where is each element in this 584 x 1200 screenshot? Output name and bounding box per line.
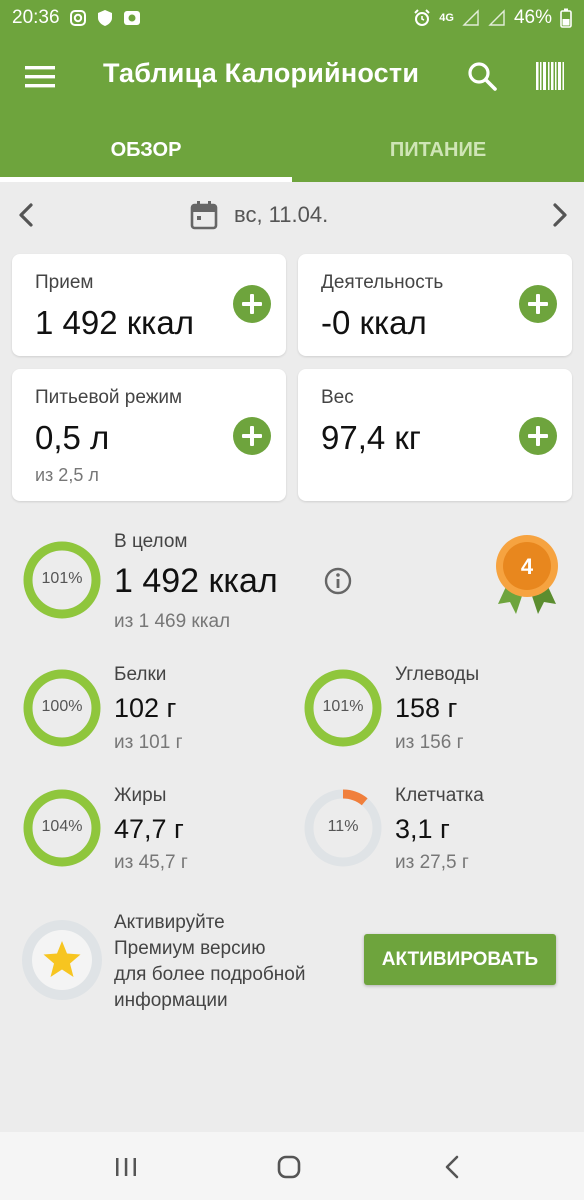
- premium-star-badge: [22, 920, 102, 1000]
- fat-percent: 104%: [41, 818, 83, 835]
- fiber-value: 3,1 г: [395, 814, 450, 844]
- fiber-title: Клетчатка: [395, 785, 484, 806]
- activity-value: -0 ккал: [321, 304, 427, 341]
- premium-line-1: Активируйте: [114, 912, 225, 933]
- status-bar: 20:36 4G 46%: [0, 0, 584, 36]
- carbs-goal: из 156 г: [395, 732, 464, 753]
- tab-overview[interactable]: ОБЗОР: [0, 118, 292, 182]
- premium-line-2: Премиум версию: [114, 938, 266, 959]
- signal-icon: [462, 9, 479, 26]
- home-icon[interactable]: [274, 1152, 304, 1182]
- intake-label: Прием: [35, 272, 94, 293]
- star-icon: [43, 941, 81, 977]
- water-value: 0,5 л: [35, 419, 110, 456]
- fat-title: Жиры: [114, 785, 167, 806]
- info-icon[interactable]: [323, 566, 353, 596]
- current-date: вс, 11.04.: [234, 202, 329, 227]
- carbs-percent: 101%: [322, 698, 364, 715]
- protein-percent: 100%: [41, 698, 83, 715]
- weight-label: Вес: [321, 387, 354, 408]
- activity-card[interactable]: Деятельность -0 ккал: [298, 254, 572, 356]
- status-time: 20:36: [12, 7, 60, 28]
- activity-label: Деятельность: [321, 272, 444, 293]
- instagram-icon: [69, 10, 86, 26]
- back-icon[interactable]: [438, 1152, 468, 1182]
- network-type: 4G: [439, 12, 454, 24]
- battery-percent: 46%: [513, 7, 552, 28]
- date-picker[interactable]: вс, 11.04.: [190, 198, 328, 232]
- fat-value: 47,7 г: [114, 814, 184, 844]
- protein-value: 102 г: [114, 693, 177, 723]
- chevron-right-icon[interactable]: [544, 200, 574, 230]
- protein-goal: из 101 г: [114, 732, 183, 753]
- carbs-value: 158 г: [395, 693, 458, 723]
- weight-value: 97,4 кг: [321, 419, 421, 456]
- shield-notification-icon: [97, 10, 112, 26]
- alarm-icon: [414, 9, 430, 26]
- add-water-button[interactable]: [233, 417, 271, 455]
- battery-icon: [560, 8, 572, 28]
- overall-goal: из 1 469 ккал: [114, 611, 231, 632]
- award-badge[interactable]: 4: [494, 534, 560, 618]
- overall-percent: 101%: [41, 570, 83, 587]
- add-intake-button[interactable]: [233, 285, 271, 323]
- app-title: Таблица Калорийности: [103, 58, 420, 88]
- barcode-icon[interactable]: [534, 58, 566, 94]
- security-app-icon: [123, 11, 140, 25]
- system-navigation-bar: [0, 1132, 584, 1200]
- tab-bar: ОБЗОР ПИТАНИЕ: [0, 118, 584, 182]
- date-navigation: вс, 11.04.: [0, 182, 584, 248]
- fat-goal: из 45,7 г: [114, 852, 188, 873]
- carbs-title: Углеводы: [395, 664, 480, 685]
- fiber-percent: 11%: [327, 818, 359, 835]
- app-bar: Таблица Калорийности: [0, 36, 584, 118]
- signal-icon-2: [488, 9, 505, 26]
- water-goal: из 2,5 л: [35, 465, 99, 485]
- add-activity-button[interactable]: [519, 285, 557, 323]
- recent-apps-icon[interactable]: [111, 1152, 141, 1182]
- overall-value: 1 492 ккал: [114, 562, 278, 600]
- chevron-left-icon[interactable]: [12, 200, 42, 230]
- protein-title: Белки: [114, 664, 167, 685]
- premium-line-3: для более подробной: [114, 964, 306, 985]
- menu-icon[interactable]: [22, 60, 58, 96]
- calendar-icon: [190, 201, 218, 230]
- badge-level: 4: [520, 554, 534, 579]
- premium-promo-text: Активируйте Премиум версию для более под…: [114, 910, 354, 1014]
- fiber-goal: из 27,5 г: [395, 852, 469, 873]
- intake-card[interactable]: Прием 1 492 ккал: [12, 254, 286, 356]
- add-weight-button[interactable]: [519, 417, 557, 455]
- tab-nutrition[interactable]: ПИТАНИЕ: [292, 118, 584, 182]
- premium-line-4: информации: [114, 990, 228, 1011]
- activate-premium-button[interactable]: АКТИВИРОВАТЬ: [364, 934, 556, 985]
- search-icon[interactable]: [464, 58, 500, 94]
- weight-card[interactable]: Вес 97,4 кг: [298, 369, 572, 501]
- water-label: Питьевой режим: [35, 387, 183, 408]
- overall-title: В целом: [114, 531, 188, 552]
- intake-value: 1 492 ккал: [35, 304, 194, 341]
- water-card[interactable]: Питьевой режим 0,5 л из 2,5 л: [12, 369, 286, 501]
